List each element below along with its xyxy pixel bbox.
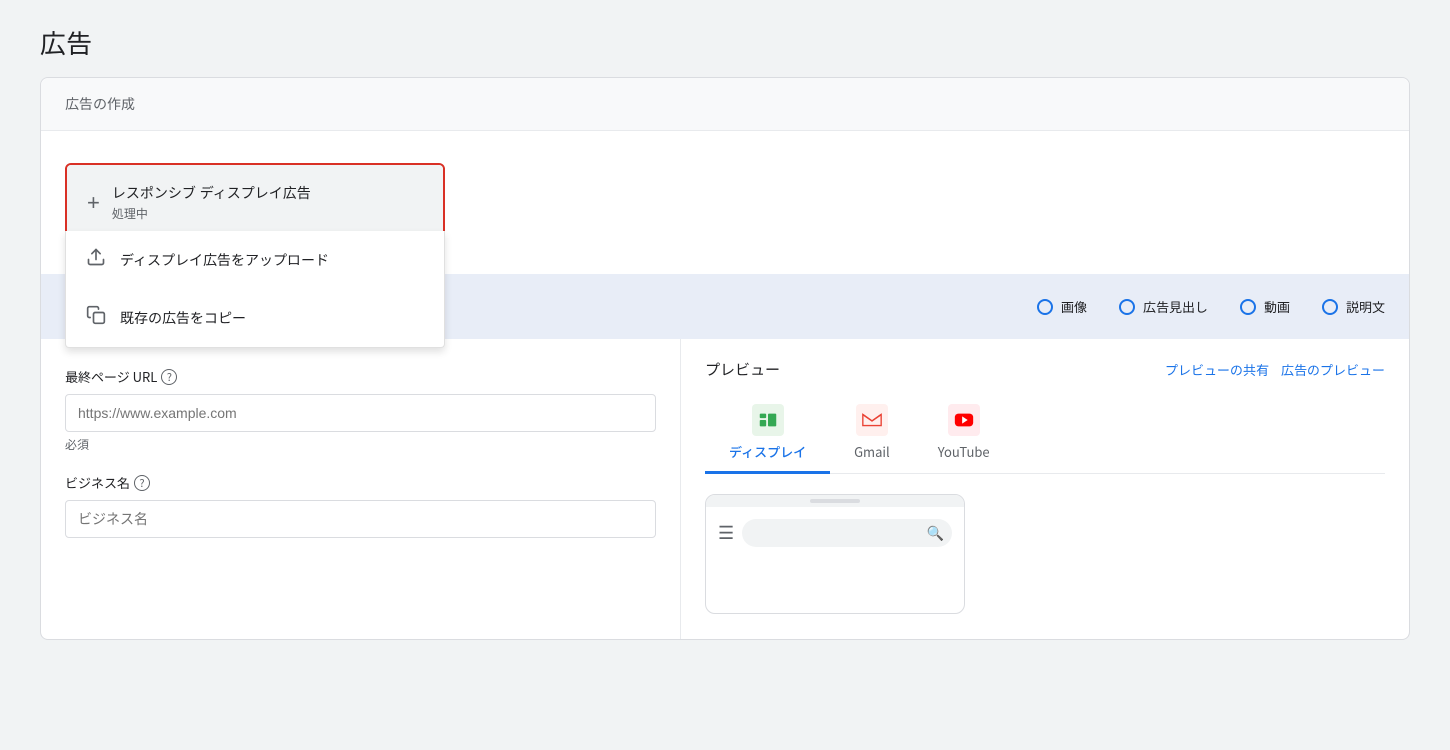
radio-headline bbox=[1119, 299, 1135, 315]
phone-inner: ☰ 🔍 bbox=[706, 507, 964, 559]
display-tab-label: ディスプレイ bbox=[729, 442, 806, 461]
gmail-tab-icon bbox=[856, 404, 888, 436]
url-label-text: 最終ページ URL bbox=[65, 367, 157, 386]
preview-links: プレビューの共有 広告のプレビュー bbox=[1165, 360, 1385, 379]
card-header: 広告の作成 bbox=[41, 78, 1409, 131]
tab-youtube[interactable]: YouTube bbox=[914, 396, 1014, 473]
url-input[interactable] bbox=[65, 394, 656, 432]
status-image-label: 画像 bbox=[1061, 297, 1087, 316]
preview-title: プレビュー bbox=[705, 359, 780, 380]
phone-top-pill bbox=[810, 499, 860, 503]
card-body: + レスポンシブ ディスプレイ広告 処理中 ディスプレイ広告をアップロード bbox=[41, 131, 1409, 274]
youtube-tab-icon bbox=[948, 404, 980, 436]
status-video-label: 動画 bbox=[1264, 297, 1290, 316]
status-item-headline: 広告見出し bbox=[1119, 297, 1208, 316]
ad-type-subtitle: 処理中 bbox=[112, 205, 311, 222]
status-item-description: 説明文 bbox=[1322, 297, 1385, 316]
business-label: ビジネス名 ? bbox=[65, 473, 656, 492]
phone-mockup: ☰ 🔍 bbox=[705, 494, 965, 614]
tab-gmail[interactable]: Gmail bbox=[830, 396, 914, 473]
upload-display-ad-item[interactable]: ディスプレイ広告をアップロード bbox=[66, 231, 444, 289]
status-description-label: 説明文 bbox=[1346, 297, 1385, 316]
status-items: 画像 広告見出し 動画 説明文 bbox=[1037, 297, 1385, 316]
phone-menu-icon: ☰ bbox=[718, 519, 734, 545]
upload-display-ad-label: ディスプレイ広告をアップロード bbox=[120, 250, 329, 270]
status-item-video: 動画 bbox=[1240, 297, 1290, 316]
url-hint: 必須 bbox=[65, 436, 656, 453]
preview-tabs: ディスプレイ Gmail bbox=[705, 396, 1385, 474]
main-card: 広告の作成 + レスポンシブ ディスプレイ広告 処理中 bbox=[40, 77, 1410, 640]
business-help-icon[interactable]: ? bbox=[134, 475, 150, 491]
page-title: 広告 bbox=[0, 0, 1450, 77]
ad-type-text: レスポンシブ ディスプレイ広告 処理中 bbox=[112, 183, 311, 222]
url-help-icon[interactable]: ? bbox=[161, 369, 177, 385]
url-label: 最終ページ URL ? bbox=[65, 367, 656, 386]
business-label-text: ビジネス名 bbox=[65, 473, 130, 492]
radio-description bbox=[1322, 299, 1338, 315]
right-panel: プレビュー プレビューの共有 広告のプレビュー bbox=[681, 339, 1409, 639]
phone-search-icon: 🔍 bbox=[927, 523, 944, 543]
status-item-image: 画像 bbox=[1037, 297, 1087, 316]
radio-image bbox=[1037, 299, 1053, 315]
gmail-tab-label: Gmail bbox=[854, 442, 890, 461]
ad-type-title: レスポンシブ ディスプレイ広告 bbox=[112, 183, 311, 203]
preview-share-link[interactable]: プレビューの共有 bbox=[1165, 360, 1269, 379]
phone-top-bar bbox=[706, 495, 964, 507]
radio-video bbox=[1240, 299, 1256, 315]
status-headline-label: 広告見出し bbox=[1143, 297, 1208, 316]
dropdown-menu: ディスプレイ広告をアップロード 既存の広告をコピー bbox=[65, 231, 445, 348]
plus-icon: + bbox=[87, 192, 100, 214]
phone-search-bar: 🔍 bbox=[742, 519, 952, 547]
copy-icon bbox=[86, 305, 106, 331]
copy-existing-ad-item[interactable]: 既存の広告をコピー bbox=[66, 289, 444, 347]
main-split: 最終ページ URL ? 必須 ビジネス名 ? プレビュー プレビューの共有 bbox=[41, 339, 1409, 639]
ad-type-main-button[interactable]: + レスポンシブ ディスプレイ広告 処理中 bbox=[67, 165, 443, 240]
youtube-tab-label: YouTube bbox=[938, 442, 990, 461]
tab-display[interactable]: ディスプレイ bbox=[705, 396, 830, 473]
business-input[interactable] bbox=[65, 500, 656, 538]
business-form-group: ビジネス名 ? bbox=[65, 473, 656, 538]
display-tab-icon bbox=[752, 404, 784, 436]
copy-existing-ad-label: 既存の広告をコピー bbox=[120, 308, 246, 328]
preview-header: プレビュー プレビューの共有 広告のプレビュー bbox=[705, 359, 1385, 380]
ad-preview-link[interactable]: 広告のプレビュー bbox=[1281, 360, 1385, 379]
url-form-group: 最終ページ URL ? 必須 bbox=[65, 367, 656, 453]
left-panel: 最終ページ URL ? 必須 ビジネス名 ? bbox=[41, 339, 681, 639]
upload-icon bbox=[86, 247, 106, 273]
